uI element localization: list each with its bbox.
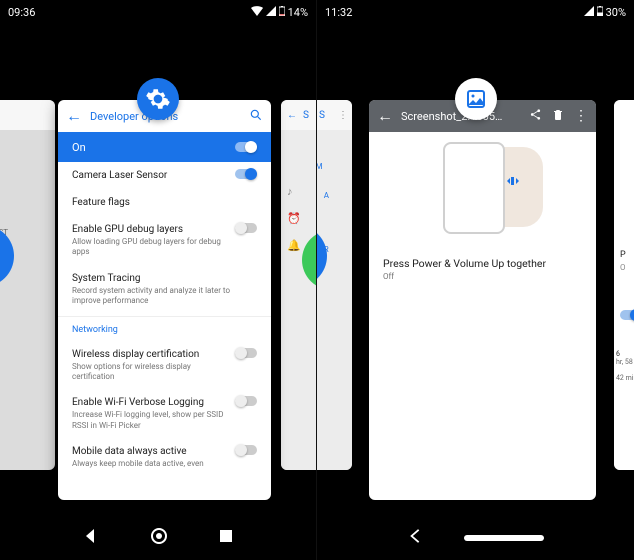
setting-camera-laser[interactable]: Camera Laser Sensor xyxy=(58,162,271,189)
nav-bar xyxy=(317,515,634,560)
recents-view[interactable]: ← S ⋮ ♪M ⏰A A 🔔R P O xyxy=(317,60,634,515)
master-toggle[interactable] xyxy=(235,142,257,152)
clock: 09:36 xyxy=(8,6,35,19)
status-bar: 09:36 14% xyxy=(0,0,316,24)
toggle-camera-laser[interactable] xyxy=(235,169,257,179)
bg-card-right[interactable]: P O 6 hr, 58 min 42 min xyxy=(614,100,634,470)
nav-home[interactable] xyxy=(150,527,168,549)
power-button-hint xyxy=(505,172,521,184)
setting-feature-flags[interactable]: Feature flags xyxy=(58,189,271,216)
alarm-clock-icon: ⏰ xyxy=(287,212,301,225)
bg-card-left[interactable]: POST xyxy=(0,100,55,470)
back-arrow-icon[interactable]: ← xyxy=(66,106,82,126)
phone-outline xyxy=(443,142,505,234)
setting-mobile-data[interactable]: Mobile data always active Always keep mo… xyxy=(58,438,271,476)
nav-home-pill[interactable] xyxy=(464,535,544,541)
toggle-gpu-debug[interactable] xyxy=(235,223,257,233)
setting-wifi-verbose[interactable]: Enable Wi-Fi Verbose Logging Increase Wi… xyxy=(58,389,271,438)
clock: 11:32 xyxy=(325,6,352,19)
toggle-wireless-display[interactable] xyxy=(235,348,257,358)
battery-pct: 30% xyxy=(606,6,626,19)
bg-card-right[interactable]: ← S ♪ ⏰ 🔔 xyxy=(281,100,317,470)
setting-gpu-debug[interactable]: Enable GPU debug layers Allow loading GP… xyxy=(58,216,271,265)
signal-icon xyxy=(266,6,276,19)
recents-view[interactable]: POST ← S ♪ ⏰ 🔔 xyxy=(0,60,316,515)
battery-pct: 14% xyxy=(288,6,308,19)
share-icon[interactable] xyxy=(529,108,542,124)
back-arrow-icon: ← xyxy=(287,110,297,121)
nav-back[interactable] xyxy=(408,528,424,548)
nav-back[interactable] xyxy=(82,527,100,549)
setting-wireless-display[interactable]: Wireless display certification Show opti… xyxy=(58,341,271,390)
menu-icon[interactable]: ⋮ xyxy=(574,108,588,124)
back-arrow-icon[interactable]: ← xyxy=(377,106,393,126)
master-toggle-label: On xyxy=(72,141,86,154)
setting-system-tracing[interactable]: System Tracing Record system activity an… xyxy=(58,265,271,314)
wifi-icon xyxy=(251,6,263,19)
battery-icon xyxy=(279,6,285,19)
section-networking: Networking xyxy=(58,319,271,341)
toggle-wifi-verbose[interactable] xyxy=(235,396,257,406)
battery-icon xyxy=(597,6,603,19)
trash-icon[interactable] xyxy=(552,108,564,124)
bg-toggle xyxy=(620,310,634,320)
divider xyxy=(58,316,271,317)
menu-icon: ⋮ xyxy=(338,110,348,121)
app-icon-photos[interactable] xyxy=(455,78,497,120)
signal-icon xyxy=(584,6,594,19)
setting-screenshot-gesture[interactable]: Press Power & Volume Up together Off xyxy=(369,247,596,292)
alarm-clock-icon: ⏰ xyxy=(317,189,319,202)
phone-right: 11:32 30% ← S ⋮ ♪M xyxy=(317,0,634,560)
toggle-mobile-data[interactable] xyxy=(235,445,257,455)
illustration xyxy=(369,132,596,247)
main-card[interactable]: ← Developer options On Camera Laser Sens… xyxy=(58,100,271,500)
status-bar: 11:32 30% xyxy=(317,0,634,24)
photo-icon xyxy=(464,87,488,111)
nav-recents[interactable] xyxy=(218,528,234,548)
gear-icon xyxy=(145,86,171,112)
phone-left: 09:36 14% xyxy=(0,0,317,560)
nav-bar xyxy=(0,515,316,560)
bell-icon: 🔔 xyxy=(287,239,301,252)
main-card[interactable]: ← Screenshot_2.1805… ⋮ xyxy=(369,100,596,500)
music-note-icon: ♪ xyxy=(287,185,301,198)
bg-card-left[interactable]: ← S ⋮ ♪M ⏰A A 🔔R xyxy=(317,100,352,470)
app-icon-settings[interactable] xyxy=(137,78,179,120)
master-toggle-row[interactable]: On xyxy=(58,132,271,162)
search-icon[interactable] xyxy=(249,108,263,125)
